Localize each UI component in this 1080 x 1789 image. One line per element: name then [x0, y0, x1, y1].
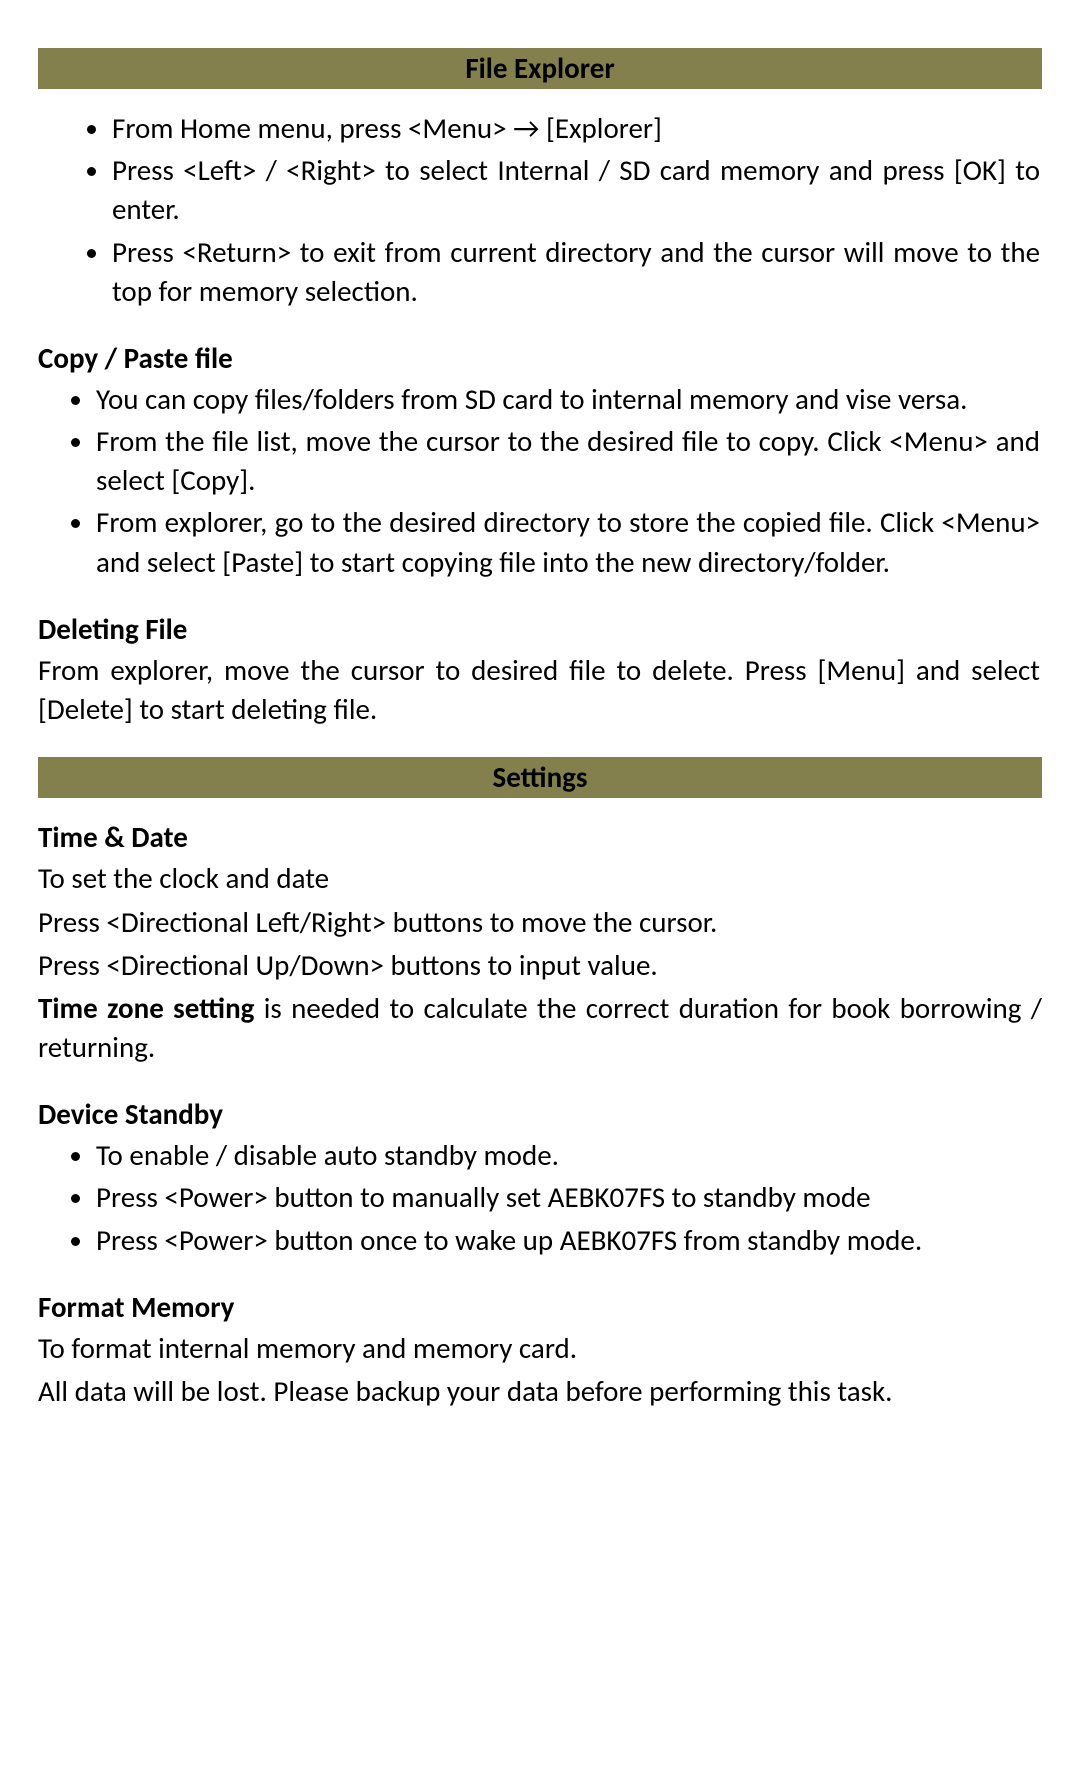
list-item: Press <Left> / <Right> to select Interna…: [112, 151, 1042, 229]
time-date-body: To set the clock and date Press <Directi…: [38, 859, 1042, 1067]
format-memory-heading: Format Memory: [38, 1288, 1042, 1327]
list-item: You can copy files/folders from SD card …: [96, 380, 1042, 419]
file-explorer-bullets: From Home menu, press <Menu> → [Explorer…: [38, 109, 1042, 311]
section-header-file-explorer: File Explorer: [38, 48, 1042, 89]
format-line-1: To format internal memory and memory car…: [38, 1329, 1042, 1368]
section-header-settings: Settings: [38, 757, 1042, 798]
list-item: Press <Return> to exit from current dire…: [112, 233, 1042, 311]
timezone-bold: Time zone setting: [38, 990, 254, 1026]
copy-paste-bullets: You can copy files/folders from SD card …: [38, 380, 1042, 582]
list-item: To enable / disable auto standby mode.: [96, 1136, 1042, 1175]
list-item: From explorer, go to the desired directo…: [96, 503, 1042, 581]
device-standby-heading: Device Standby: [38, 1095, 1042, 1134]
list-item: From Home menu, press <Menu> → [Explorer…: [112, 109, 1042, 148]
copy-paste-heading: Copy / Paste file: [38, 339, 1042, 378]
deleting-file-heading: Deleting File: [38, 610, 1042, 649]
list-item: Press <Power> button once to wake up AEB…: [96, 1221, 1042, 1260]
list-item: From the file list, move the cursor to t…: [96, 422, 1042, 500]
time-line-1: To set the clock and date: [38, 859, 1042, 898]
format-line-2: All data will be lost. Please backup you…: [38, 1372, 1042, 1411]
deleting-file-para: From explorer, move the cursor to desire…: [38, 651, 1042, 729]
list-item: Press <Power> button to manually set AEB…: [96, 1178, 1042, 1217]
time-date-heading: Time & Date: [38, 818, 1042, 857]
time-line-3: Press <Directional Up/Down> buttons to i…: [38, 946, 1042, 985]
timezone-line: Time zone setting is needed to calculate…: [38, 989, 1042, 1067]
time-line-2: Press <Directional Left/Right> buttons t…: [38, 903, 1042, 942]
device-standby-bullets: To enable / disable auto standby mode. P…: [38, 1136, 1042, 1259]
